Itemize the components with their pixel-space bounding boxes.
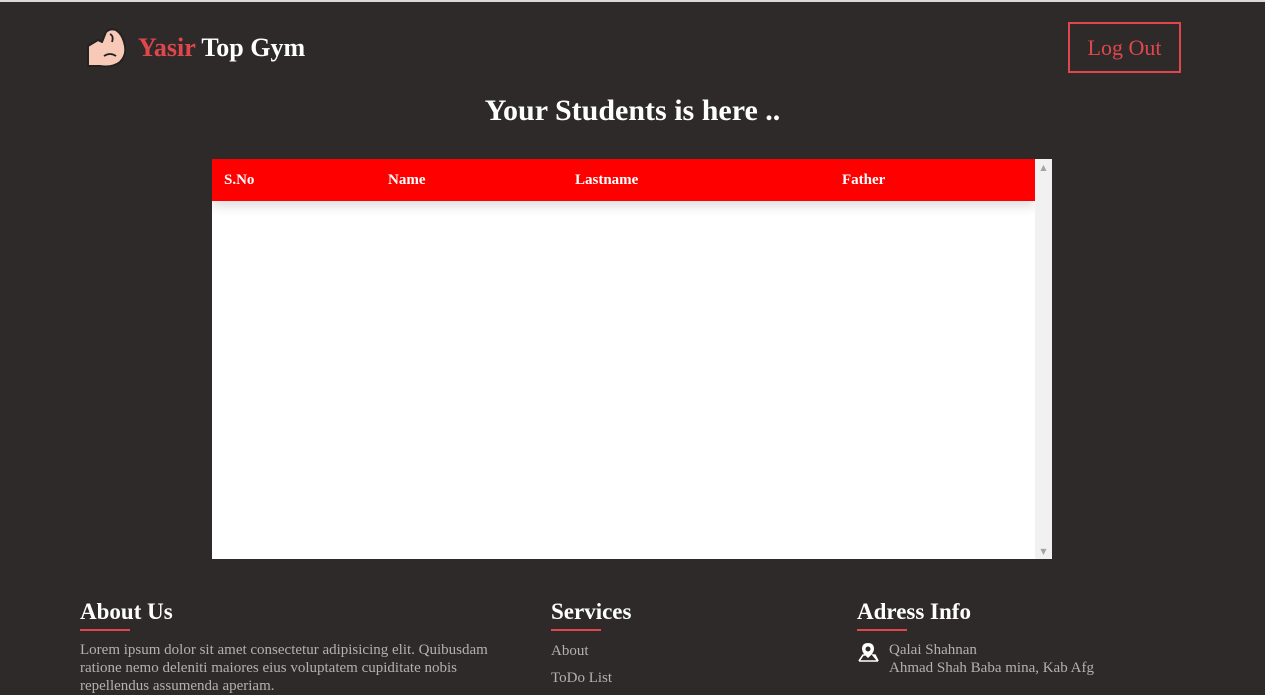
page-title: Your Students is here .. [484,94,781,127]
footer-services: Services About ToDo List [551,600,631,687]
table-header-row: S.No Name Lastname Father [212,159,1035,201]
services-link-todo-list[interactable]: ToDo List [551,669,631,687]
students-table: S.No Name Lastname Father ▲ ▼ [212,159,1052,559]
footer-address: Adress Info Qalai Shahnan Ahmad Shah Bab… [857,600,1097,677]
window-top-border [0,0,1265,2]
logout-button[interactable]: Log Out [1068,22,1181,73]
address-line-1: Qalai Shahnan [889,642,977,658]
scroll-down-arrow-icon[interactable]: ▼ [1035,543,1052,559]
column-header-sno[interactable]: S.No [224,172,254,189]
address-row: Qalai Shahnan Ahmad Shah Baba mina, Kab … [857,641,1097,677]
about-text: Lorem ipsum dolor sit amet consectetur a… [80,642,488,694]
address-line-2: Ahmad Shah Baba mina, Kab Afg [889,660,1094,676]
services-link-about[interactable]: About [551,642,631,660]
scroll-up-arrow-icon[interactable]: ▲ [1035,159,1052,175]
map-pin-icon [858,643,879,662]
services-underline [551,629,601,631]
brand-name-rest: Top Gym [195,33,306,62]
column-header-lastname[interactable]: Lastname [575,172,638,189]
brand-name-first: Yasir [138,33,196,62]
about-underline [80,629,130,631]
services-heading: Services [551,599,632,624]
brand-logo[interactable]: Yasir Top Gym [84,26,305,70]
footer-about: About Us Lorem ipsum dolor sit amet cons… [80,600,525,695]
address-text: Qalai Shahnan Ahmad Shah Baba mina, Kab … [889,641,1094,677]
address-heading: Adress Info [857,599,971,624]
column-header-father[interactable]: Father [842,172,885,189]
brand-name: Yasir Top Gym [138,33,305,63]
column-header-name[interactable]: Name [388,172,426,189]
about-heading: About Us [80,599,173,624]
table-scrollbar[interactable]: ▲ ▼ [1035,159,1052,559]
address-underline [857,629,907,631]
flexed-bicep-icon [87,28,127,68]
